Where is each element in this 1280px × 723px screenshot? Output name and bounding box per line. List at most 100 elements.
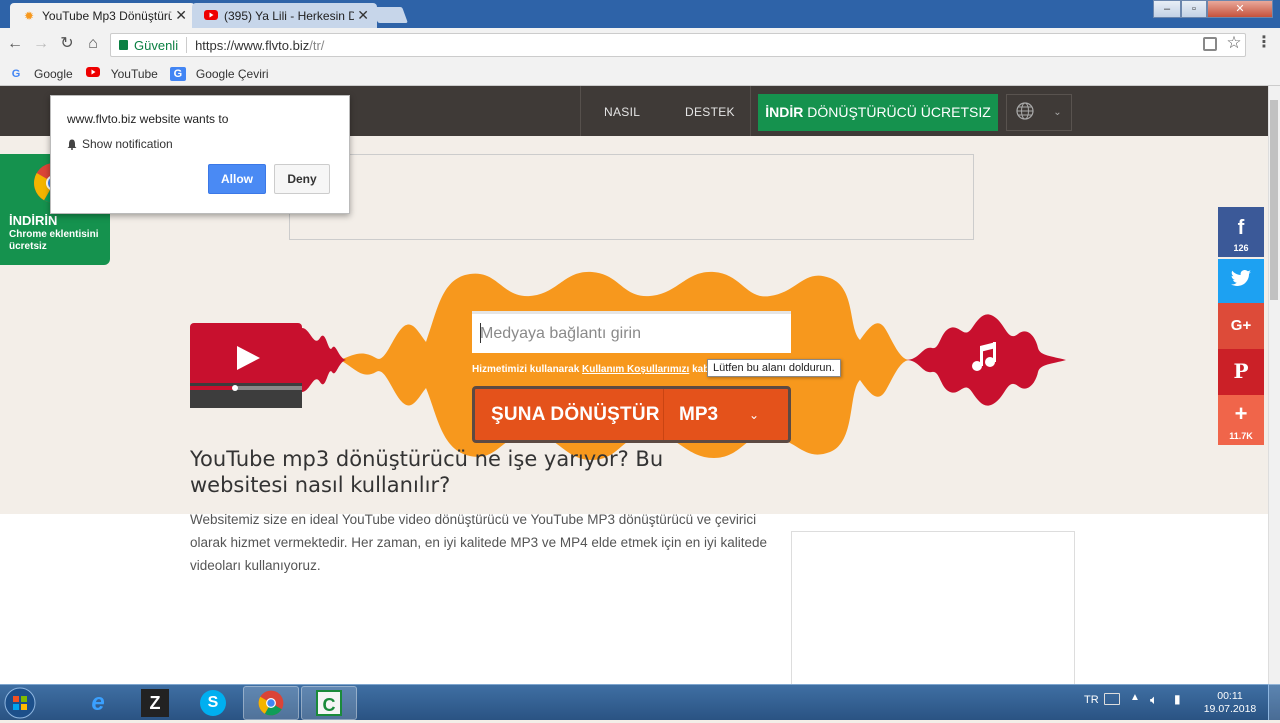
tab-youtube[interactable]: (395) Ya Lili - Herkesin D ✕ [192, 3, 377, 28]
keyboard-icon[interactable] [1104, 693, 1120, 705]
url-host: https://www.flvto.biz [195, 37, 310, 53]
nav-how[interactable]: NASIL [604, 86, 640, 136]
notification-message: www.flvto.biz website wants to [67, 112, 229, 126]
url-path: /tr/ [309, 37, 325, 53]
globe-icon [1016, 102, 1034, 123]
convert-label: ŞUNA DÖNÜŞTÜR [491, 403, 660, 425]
article-body: Websitemiz size en ideal YouTube video d… [190, 512, 767, 573]
notification-item-label: Show notification [82, 137, 173, 151]
speaker-icon[interactable]: 🔈︎ [1150, 692, 1158, 708]
sidebar-ad-box [791, 531, 1075, 684]
bookmark-star-icon[interactable]: ☆ [1224, 33, 1244, 53]
share-pinterest-button[interactable]: P [1218, 349, 1264, 395]
start-button[interactable] [2, 686, 42, 720]
download-converter-button[interactable]: İNDİR DÖNÜŞTÜRÜCÜ ÜCRETSIZ [758, 94, 998, 131]
clock-time: 00:11 [1217, 690, 1243, 702]
terms-prefix: Hizmetimizi kullanarak [472, 364, 583, 375]
camtasia-icon: C [316, 690, 342, 716]
google-icon: G [11, 67, 21, 80]
bookmark-label: Google Çeviri [195, 66, 269, 81]
bookmark-google[interactable]: G Google [8, 67, 73, 81]
validation-tooltip: Lütfen bu alanı doldurun. [707, 359, 841, 377]
format-selector[interactable]: MP3 [664, 404, 749, 426]
minimize-button[interactable]: – [1153, 0, 1181, 18]
flvto-favicon-icon: ✹ [23, 9, 35, 23]
lock-icon [119, 40, 128, 50]
tab-close-icon[interactable]: ✕ [357, 7, 369, 24]
share-twitter-button[interactable] [1218, 259, 1264, 303]
bookmark-google-translate[interactable]: G Google Çeviri [169, 66, 269, 81]
show-hidden-icons[interactable]: ▲ [1130, 692, 1140, 703]
back-icon[interactable]: ← [5, 34, 25, 54]
terms-notice: Hizmetimizi kullanarak Kullanım Koşullar… [472, 364, 712, 375]
scrollbar-thumb[interactable] [1270, 100, 1278, 300]
download-rest: DÖNÜŞTÜRÜCÜ ÜCRETSIZ [803, 104, 991, 120]
skype-icon: S [200, 690, 226, 716]
bell-icon [67, 139, 77, 150]
omnibox-divider [186, 37, 188, 53]
share-more-button[interactable]: +11.7K [1218, 395, 1264, 445]
google-plus-icon: G+ [1230, 317, 1252, 334]
youtube-icon [85, 66, 101, 81]
taskbar-ie[interactable]: e [70, 686, 126, 720]
chevron-down-icon: ⌄ [1053, 107, 1062, 118]
text-caret [480, 323, 481, 343]
plus-icon: + [1234, 401, 1248, 426]
taskbar-skype[interactable]: S [185, 686, 241, 720]
network-icon[interactable]: ▮ [1174, 692, 1181, 706]
notification-item: Show notification [67, 137, 173, 151]
internet-explorer-icon: e [91, 689, 105, 716]
share-facebook-button[interactable]: f 126 [1218, 207, 1264, 257]
share-google-plus-button[interactable]: G+ [1218, 303, 1264, 349]
deny-button[interactable]: Deny [274, 164, 330, 194]
windows-logo-icon [4, 687, 36, 719]
facebook-icon: f [1237, 217, 1245, 239]
chevron-down-icon[interactable]: ⌄ [749, 408, 759, 422]
nav-divider [750, 86, 751, 136]
bookmark-youtube[interactable]: YouTube [85, 66, 158, 81]
twitter-icon [1218, 269, 1264, 292]
tab-title: YouTube Mp3 Dönüştürü [42, 8, 172, 23]
reload-icon[interactable]: ↻ [57, 34, 77, 54]
chrome-icon [258, 690, 284, 716]
bookmark-label: YouTube [110, 66, 158, 81]
tab-title: (395) Ya Lili - Herkesin D [224, 8, 354, 23]
media-link-input[interactable] [472, 311, 791, 353]
tab-close-icon[interactable]: ✕ [175, 7, 187, 24]
bookmarks-bar: G Google YouTube G Google Çeviri [0, 62, 1280, 86]
share-count: 11.7K [1229, 431, 1253, 441]
taskbar-chrome[interactable] [243, 686, 299, 720]
address-bar[interactable]: Güvenli https://www.flvto.biz/tr/ [110, 33, 1246, 57]
home-icon[interactable]: ⌂ [83, 34, 103, 54]
close-window-button[interactable]: ✕ [1207, 0, 1273, 18]
taskbar-clock[interactable]: 00:11 19.07.2018 [1200, 690, 1260, 716]
secure-label: Güvenli [134, 37, 179, 53]
terms-link[interactable]: Kullanım Koşullarımızı [582, 364, 689, 375]
promo-subtitle: Chrome eklentisini ücretsiz [9, 229, 99, 252]
taskbar-camtasia[interactable]: C [301, 686, 357, 720]
ad-placeholder [289, 154, 974, 240]
new-tab-button[interactable] [372, 7, 408, 23]
bookmark-label: Google [34, 66, 73, 81]
facebook-count: 126 [1233, 243, 1249, 253]
url-text[interactable]: https://www.flvto.biz/tr/ [195, 38, 324, 53]
clock-date: 19.07.2018 [1203, 703, 1257, 715]
nav-support[interactable]: DESTEK [685, 86, 735, 136]
youtube-favicon-icon [204, 9, 218, 23]
show-desktop-button[interactable] [1268, 684, 1280, 720]
tab-flvto[interactable]: ✹ YouTube Mp3 Dönüştürü ✕ [10, 3, 195, 28]
pinterest-icon: P [1233, 359, 1249, 383]
menu-icon[interactable]: ⋮ [1254, 33, 1274, 53]
blocked-popup-icon[interactable] [1203, 37, 1217, 51]
article-title: YouTube mp3 dönüştürücü ne işe yarıyor? … [190, 447, 664, 497]
forward-icon[interactable]: → [31, 34, 51, 54]
notification-permission-popup: www.flvto.biz website wants to Show noti… [50, 95, 350, 214]
language-indicator[interactable]: TR [1084, 694, 1099, 706]
secure-indicator[interactable]: Güvenli [119, 38, 178, 53]
google-translate-icon: G [169, 66, 186, 81]
restore-button[interactable]: ▫ [1181, 0, 1207, 18]
allow-button[interactable]: Allow [208, 164, 266, 194]
taskbar-app-z[interactable]: Z [127, 686, 183, 720]
convert-button[interactable]: ŞUNA DÖNÜŞTÜR MP3 ⌄ [472, 386, 791, 443]
language-selector[interactable]: ⌄ [1006, 94, 1072, 131]
